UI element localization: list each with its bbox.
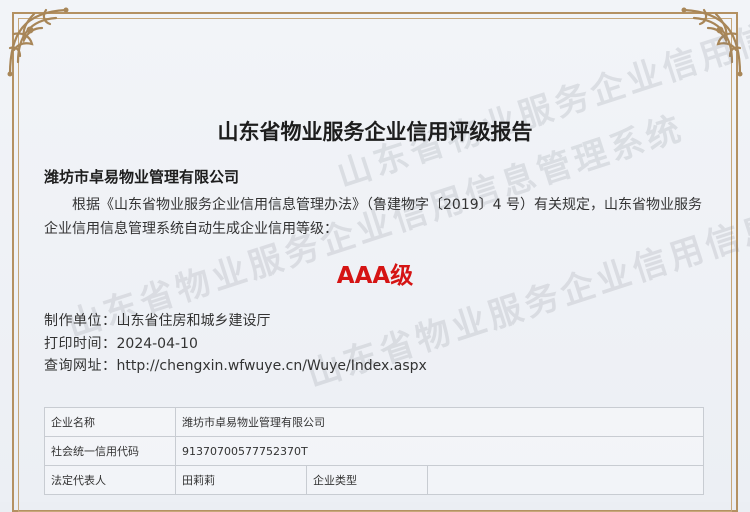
maker-value: 山东省住房和城乡建设厅	[116, 313, 271, 329]
credit-grade: AAA级	[336, 263, 414, 289]
report-title: 山东省物业服务企业信用评级报告	[217, 120, 533, 144]
certificate-paper: 山东省物业服务企业信用信息管理系统 山东省物业服务企业信用信息管理系统 山东省物…	[0, 0, 750, 512]
basis-paragraph: 根据《山东省物业服务企业信用信息管理办法》（鲁建物字〔2019〕4 号）有关规定…	[44, 197, 702, 237]
rep-value: 田莉莉	[175, 465, 307, 495]
url-row: 查询网址：http://chengxin.wfwuye.cn/Wuye/Inde…	[44, 355, 427, 375]
corner-ornament-left-icon	[7, 7, 69, 77]
company-name: 潍坊市卓易物业管理有限公司	[44, 168, 240, 186]
name-label: 企业名称	[44, 407, 176, 437]
maker-label: 制作单位：	[44, 313, 117, 329]
corner-ornament-right-icon	[681, 7, 743, 77]
code-value: 91370700577752370T	[175, 436, 704, 466]
url-label: 查询网址：	[44, 358, 117, 374]
name-value: 潍坊市卓易物业管理有限公司	[175, 407, 704, 437]
type-label: 企业类型	[306, 465, 428, 495]
type-value	[427, 465, 704, 495]
table-row: 企业名称 潍坊市卓易物业管理有限公司	[44, 407, 704, 437]
table-row: 社会统一信用代码 91370700577752370T	[44, 436, 704, 466]
maker-row: 制作单位：山东省住房和城乡建设厅	[44, 310, 271, 330]
print-row: 打印时间：2024-04-10	[44, 333, 198, 353]
code-label: 社会统一信用代码	[44, 436, 176, 466]
query-url: http://chengxin.wfwuye.cn/Wuye/Index.asp…	[116, 358, 427, 374]
print-label: 打印时间：	[44, 336, 117, 352]
company-detail-table: 企业名称 潍坊市卓易物业管理有限公司 社会统一信用代码 913707005777…	[44, 407, 704, 495]
print-date: 2024-04-10	[116, 336, 198, 352]
table-row: 法定代表人 田莉莉 企业类型	[44, 465, 704, 495]
rep-label: 法定代表人	[44, 465, 176, 495]
